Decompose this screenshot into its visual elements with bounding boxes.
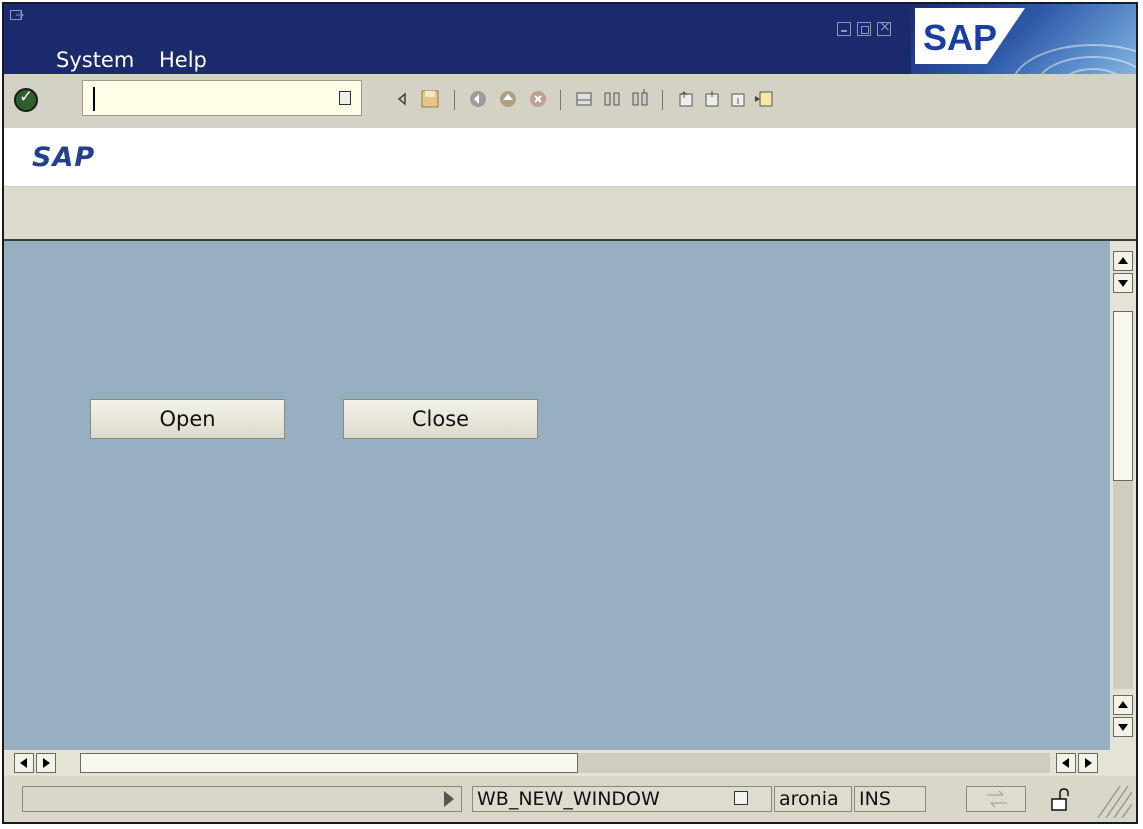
- sap-logo-text: SAP: [923, 17, 997, 58]
- scroll-left-button[interactable]: [1056, 753, 1076, 773]
- vertical-scroll-thumb[interactable]: [1113, 311, 1133, 481]
- scroll-right-button[interactable]: [36, 753, 56, 773]
- scroll-right-button[interactable]: [1078, 753, 1098, 773]
- minimize-button[interactable]: [837, 22, 851, 36]
- status-bar: WB_NEW_WINDOW aronia INS: [4, 776, 1136, 822]
- arrow-up-icon: [1118, 701, 1128, 708]
- back-green-icon[interactable]: [468, 88, 488, 110]
- arrow-up-icon: [1118, 257, 1128, 264]
- screen-area: Open Close: [4, 241, 1110, 750]
- open-button[interactable]: Open: [90, 399, 285, 439]
- print-icon[interactable]: [574, 88, 594, 110]
- page-title: SAP: [32, 142, 96, 173]
- menu-help[interactable]: Help: [159, 48, 207, 72]
- scroll-down-button[interactable]: [1113, 717, 1133, 737]
- back-icon[interactable]: [392, 88, 412, 110]
- horizontal-scrollbar[interactable]: [4, 750, 1136, 776]
- arrow-down-icon: [1118, 280, 1128, 287]
- title-area: SAP: [4, 128, 1136, 187]
- scroll-up-button[interactable]: [1113, 251, 1133, 271]
- vertical-scroll-track[interactable]: [1113, 481, 1133, 689]
- system-list-icon[interactable]: [734, 791, 748, 805]
- enter-icon[interactable]: [14, 87, 38, 112]
- horizontal-scroll-track[interactable]: [578, 753, 1050, 773]
- last-page-icon[interactable]: [754, 88, 774, 110]
- scroll-left-button[interactable]: [14, 753, 34, 773]
- connection-icon: [987, 790, 1007, 808]
- standard-toolbar: [4, 74, 1136, 129]
- first-page-icon[interactable]: [676, 88, 696, 110]
- arrow-left-icon: [20, 758, 27, 768]
- arrow-down-icon: [1118, 724, 1128, 731]
- vertical-scrollbar[interactable]: [1110, 241, 1136, 750]
- application-toolbar: [4, 187, 1136, 241]
- next-page-icon[interactable]: [728, 88, 748, 110]
- transaction-field: WB_NEW_WINDOW: [472, 786, 772, 812]
- command-field[interactable]: [82, 80, 362, 116]
- scroll-down-button[interactable]: [1113, 273, 1133, 293]
- horizontal-scroll-thumb[interactable]: [80, 753, 578, 773]
- close-button[interactable]: Close: [343, 399, 538, 439]
- insert-mode-field[interactable]: INS: [854, 786, 926, 812]
- scroll-up-button[interactable]: [1113, 695, 1133, 715]
- resize-grip-icon[interactable]: [1088, 784, 1132, 818]
- connection-status: [966, 786, 1026, 812]
- server-field: aronia: [774, 786, 852, 812]
- find-icon[interactable]: [602, 88, 622, 110]
- sap-gui-window: System Help SAP: [2, 2, 1138, 824]
- arrow-right-icon: [43, 758, 50, 768]
- message-area[interactable]: [22, 786, 462, 812]
- save-icon[interactable]: [420, 88, 440, 110]
- text-caret: [93, 87, 95, 111]
- command-history-icon[interactable]: [339, 91, 351, 105]
- expand-status-icon[interactable]: [444, 791, 454, 807]
- command-input[interactable]: [89, 85, 333, 113]
- arrow-right-icon: [1085, 758, 1092, 768]
- toolbar-separator: [560, 90, 561, 110]
- exit-icon[interactable]: [498, 88, 518, 110]
- menu-bar: System Help: [56, 48, 225, 72]
- previous-page-icon[interactable]: [702, 88, 722, 110]
- find-next-icon[interactable]: [630, 88, 650, 110]
- maximize-button[interactable]: [857, 22, 871, 36]
- sap-logo: SAP: [915, 8, 1025, 64]
- close-window-button[interactable]: [877, 19, 891, 36]
- cancel-icon[interactable]: [528, 88, 548, 110]
- menu-system[interactable]: System: [56, 48, 134, 72]
- window-menu-icon[interactable]: [10, 10, 24, 22]
- toolbar-separator: [662, 90, 663, 110]
- arrow-left-icon: [1062, 758, 1069, 768]
- lock-icon[interactable]: [1050, 788, 1072, 812]
- toolbar-separator: [454, 90, 455, 110]
